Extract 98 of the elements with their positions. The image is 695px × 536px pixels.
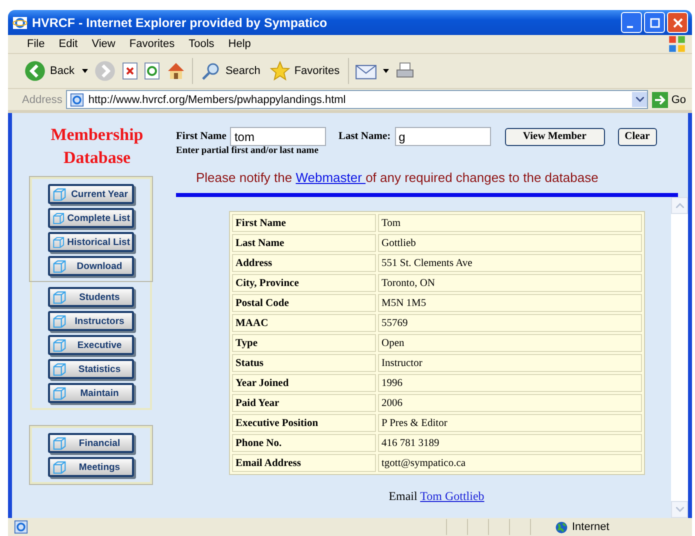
field-value: 1996: [378, 374, 642, 392]
field-value: Tom: [378, 214, 642, 232]
cube-icon: [52, 210, 66, 226]
browser-logo-icon: [12, 14, 28, 30]
nav-button[interactable]: Financial: [48, 433, 134, 453]
security-zone-text: Internet: [572, 521, 610, 533]
last-name-label: Last Name:: [338, 131, 391, 142]
field-value: M5N 1M5: [378, 294, 642, 312]
field-label: Address: [232, 254, 376, 272]
go-button[interactable]: Go: [652, 92, 686, 108]
arrow-right-icon: [652, 92, 668, 108]
search-hint: Enter partial first and/or last name: [176, 146, 320, 156]
nav-button[interactable]: Maintain: [48, 383, 134, 403]
address-field[interactable]: http://www.hvrcf.org/Members/pwhappylandings.html: [66, 90, 648, 109]
stop-icon[interactable]: [122, 62, 138, 80]
cube-icon: [52, 290, 67, 304]
field-value: tgott@sympatico.ca: [378, 454, 642, 472]
chevron-up-icon: [676, 203, 684, 208]
field-label: First Name: [232, 214, 376, 232]
maximize-icon: [650, 18, 660, 28]
menu-item[interactable]: Favorites: [122, 38, 182, 50]
field-label: City, Province: [232, 274, 376, 292]
refresh-icon[interactable]: [144, 62, 160, 80]
menu-item[interactable]: Tools: [182, 38, 222, 50]
menu-item[interactable]: Help: [221, 38, 258, 50]
dropdown-arrow-icon[interactable]: [382, 69, 389, 73]
nav-button[interactable]: Meetings: [48, 457, 134, 477]
search-button[interactable]: Search: [199, 61, 262, 81]
nav-button[interactable]: Current Year: [48, 184, 134, 204]
field-label: Last Name: [232, 234, 376, 252]
address-label: Address: [22, 94, 62, 106]
field-value: Instructor: [378, 354, 642, 372]
cube-icon: [52, 436, 67, 450]
field-label: Paid Year: [232, 394, 376, 412]
back-button[interactable]: Back: [22, 60, 76, 82]
page-icon: [70, 92, 84, 106]
field-label: Type: [232, 334, 376, 352]
minimize-button[interactable]: [621, 12, 642, 33]
nav-button[interactable]: Instructors: [48, 311, 134, 331]
page-icon: [14, 520, 28, 534]
clear-button[interactable]: Clear: [618, 128, 657, 146]
field-label: Executive Position: [232, 414, 376, 432]
field-label: Phone No.: [232, 434, 376, 452]
cube-icon: [52, 258, 67, 274]
dropdown-arrow-icon[interactable]: [82, 69, 88, 73]
field-value: Gottlieb: [378, 234, 642, 252]
windows-flag-icon: [668, 35, 686, 53]
cube-icon: [52, 234, 66, 250]
cube-icon: [52, 386, 67, 400]
nav-button[interactable]: Complete List: [48, 208, 134, 228]
cube-icon: [52, 338, 67, 352]
field-value: 551 St. Clements Ave: [378, 254, 642, 272]
field-value: 416 781 3189: [378, 434, 642, 452]
email-text: Email Tom Gottlieb: [388, 489, 484, 504]
cube-icon: [52, 186, 67, 202]
email-link[interactable]: Tom Gottlieb: [420, 489, 484, 503]
notice-text: Please notify the Webmaster of any required changes to the database: [196, 170, 600, 185]
field-label: Email Address: [232, 454, 376, 472]
last-name-field[interactable]: g: [394, 127, 491, 146]
cube-icon: [52, 314, 67, 328]
nav-button[interactable]: Statistics: [48, 359, 134, 379]
nav-button[interactable]: Students: [48, 287, 134, 307]
field-label: Status: [232, 354, 376, 372]
menu-item[interactable]: Edit: [52, 38, 85, 50]
field-label: Year Joined: [232, 374, 376, 392]
mail-icon[interactable]: [354, 62, 377, 80]
field-label: MAAC: [232, 314, 376, 332]
menu-item[interactable]: View: [84, 38, 122, 50]
webmaster-link[interactable]: Webmaster: [296, 170, 366, 185]
search-icon: [201, 61, 222, 81]
close-button[interactable]: [667, 12, 688, 33]
star-icon: [270, 61, 290, 81]
nav-button[interactable]: Download: [48, 256, 134, 276]
nav-button[interactable]: Historical List: [48, 232, 134, 252]
page-heading: Membership Database: [50, 124, 144, 169]
cube-icon: [52, 362, 67, 376]
field-value: P Pres & Editor: [378, 414, 642, 432]
window-title: HVRCF - Internet Explorer provided by Sympatico: [32, 16, 328, 30]
field-label: Postal Code: [232, 294, 376, 312]
close-icon: [672, 18, 682, 28]
first-name-label: First Name: [176, 131, 226, 142]
minimize-icon: [627, 26, 633, 28]
menu-item[interactable]: File: [20, 38, 52, 50]
cube-icon: [52, 460, 67, 474]
view-member-button[interactable]: View Member: [504, 128, 605, 146]
field-value: 55769: [378, 314, 642, 332]
field-value: 2006: [378, 394, 642, 412]
nav-button[interactable]: Executive: [48, 335, 134, 355]
chevron-down-icon: [676, 507, 684, 512]
globe-icon: [555, 520, 568, 534]
chevron-down-icon: [636, 97, 644, 102]
field-value: Open: [378, 334, 642, 352]
favorites-button[interactable]: Favorites: [268, 61, 342, 81]
dropdown-button[interactable]: [632, 92, 648, 107]
maximize-button[interactable]: [644, 12, 665, 33]
home-icon[interactable]: [166, 61, 186, 81]
first-name-field[interactable]: tom: [230, 127, 326, 146]
field-value: Toronto, ON: [378, 274, 642, 292]
